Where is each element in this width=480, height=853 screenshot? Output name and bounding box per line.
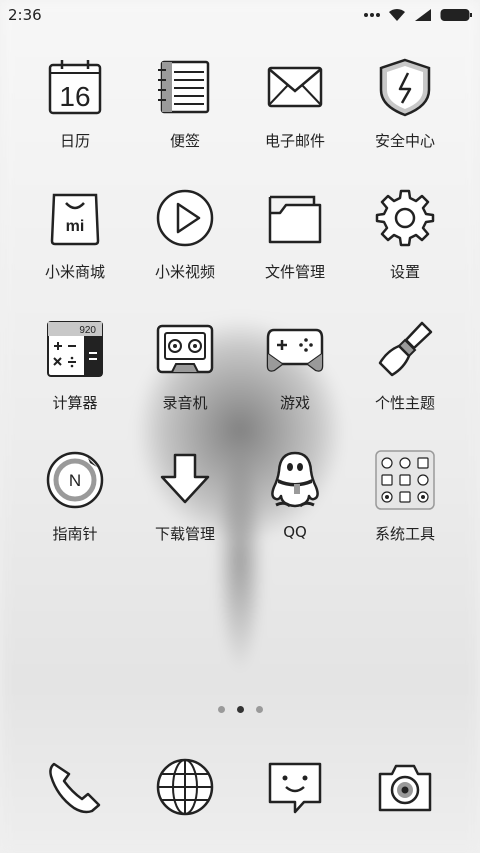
app-label: 设置 (389, 263, 420, 281)
app-qq[interactable]: QQ (240, 445, 350, 576)
compass-letter: N (69, 471, 81, 490)
app-label: 小米视频 (154, 263, 215, 281)
browser-globe-icon[interactable] (154, 756, 216, 818)
app-download-manager[interactable]: 下载管理 (130, 445, 240, 576)
theme-brush-icon (378, 321, 433, 377)
app-label: 电子邮件 (264, 132, 325, 150)
app-mi-store[interactable]: mi 小米商城 (20, 183, 130, 314)
app-label: QQ (283, 523, 307, 541)
calendar-icon: 16 (48, 60, 102, 115)
more-dots-icon (364, 13, 380, 17)
gear-icon (375, 189, 435, 247)
app-label: 文件管理 (264, 263, 325, 281)
app-label: 便签 (169, 132, 200, 150)
qq-penguin-icon (271, 451, 319, 508)
notes-icon (158, 60, 210, 114)
app-label: 游戏 (279, 394, 310, 412)
app-games[interactable]: 游戏 (240, 314, 350, 445)
app-themes[interactable]: 个性主题 (350, 314, 460, 445)
folder-icon (268, 195, 322, 244)
calculator-icon: 920 (47, 321, 103, 377)
mail-icon (267, 66, 323, 108)
status-time: 2:36 (8, 6, 42, 24)
video-play-icon (156, 189, 214, 247)
app-label: 指南针 (52, 525, 98, 543)
status-icons (364, 8, 472, 22)
app-label: 小米商城 (44, 263, 105, 281)
app-grid: 16 日历 便签 电子邮件 安全中心 mi 小米商城 小米视频 文件管理 设置 … (0, 52, 480, 576)
signal-icon (415, 9, 431, 21)
app-system-tools-folder[interactable]: 系统工具 (350, 445, 460, 576)
app-settings[interactable]: 设置 (350, 183, 460, 314)
messaging-icon[interactable] (264, 756, 326, 818)
app-label: 下载管理 (154, 525, 215, 543)
mi-store-bag-icon: mi (50, 193, 100, 246)
camera-icon[interactable] (374, 756, 436, 818)
page-indicator (0, 706, 480, 713)
app-mi-video[interactable]: 小米视频 (130, 183, 240, 314)
app-file-manager[interactable]: 文件管理 (240, 183, 350, 314)
security-shield-icon (379, 58, 431, 117)
gamepad-icon (266, 328, 324, 372)
app-label: 个性主题 (374, 394, 435, 412)
calendar-day: 16 (59, 81, 90, 112)
app-calendar[interactable]: 16 日历 (20, 52, 130, 183)
compass-icon: N (46, 451, 104, 509)
page-dot-active[interactable] (236, 706, 244, 713)
app-label: 计算器 (52, 394, 98, 412)
page-dot[interactable] (255, 706, 263, 713)
dock (20, 756, 460, 818)
app-label: 录音机 (162, 394, 208, 412)
status-bar: 2:36 (0, 0, 480, 30)
page-dot[interactable] (217, 706, 225, 713)
mi-store-mark: mi (66, 218, 85, 235)
wifi-icon (389, 8, 405, 21)
app-security-center[interactable]: 安全中心 (350, 52, 460, 183)
download-arrow-icon (160, 453, 210, 504)
app-mail[interactable]: 电子邮件 (240, 52, 350, 183)
tape-recorder-icon (156, 324, 214, 374)
phone-icon[interactable] (44, 756, 106, 818)
app-label: 安全中心 (374, 132, 435, 150)
app-recorder[interactable]: 录音机 (130, 314, 240, 445)
system-tools-folder-icon (375, 450, 435, 510)
app-label: 系统工具 (374, 525, 435, 543)
app-notes[interactable]: 便签 (130, 52, 240, 183)
app-label: 日历 (59, 132, 90, 150)
calculator-display: 920 (79, 325, 96, 336)
app-calculator[interactable]: 920 计算器 (20, 314, 130, 445)
battery-icon (440, 9, 472, 21)
app-compass[interactable]: N 指南针 (20, 445, 130, 576)
